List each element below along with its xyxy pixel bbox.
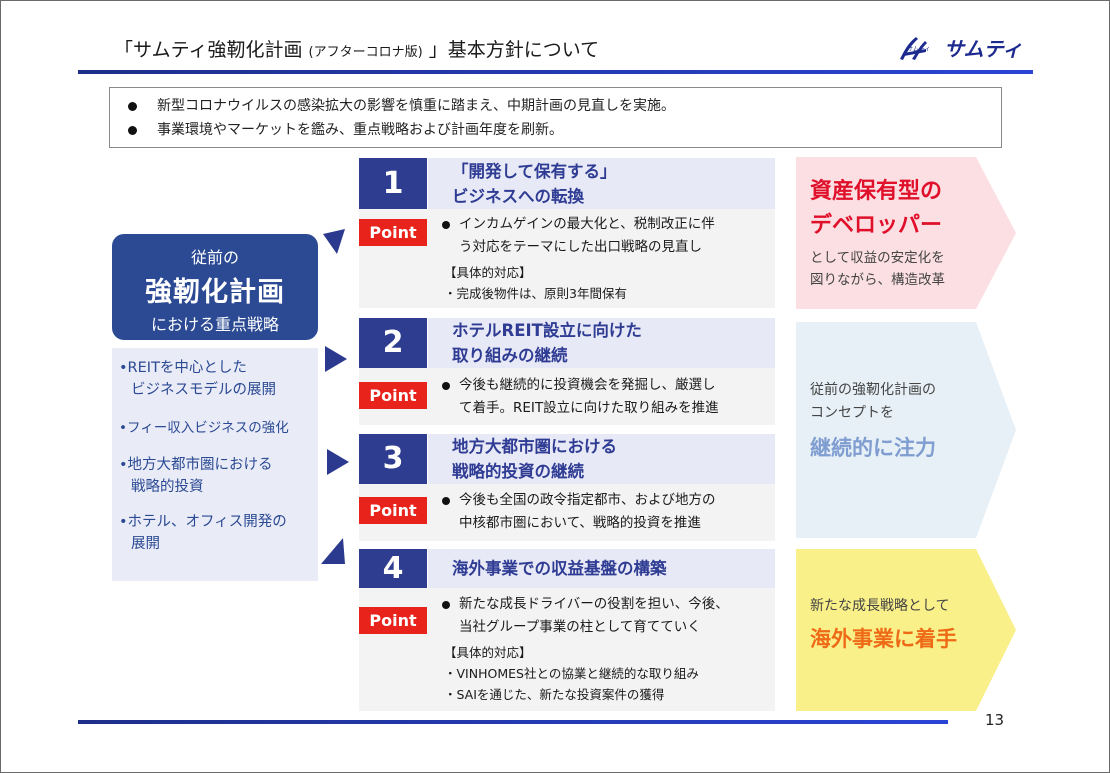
arrow-icon <box>325 346 347 372</box>
left-item-regional: •地方大都市圏における 戦略的投資 <box>119 457 273 495</box>
bottom-divider <box>78 720 948 724</box>
section-subnotes: 【具体的対応】 ・完成後物件は、原則3年間保有 <box>444 265 627 301</box>
section-subnotes: 【具体的対応】 ・VINHOMES社との協業と継続的な取り組み ・SAIを通じた… <box>444 645 699 702</box>
summary-item: 事業環境やマーケットを鑑み、重点戦略および計画年度を刷新。 <box>124 118 987 142</box>
section-bullet: インカムゲインの最大化と、税制改正に伴 う対応をテーマにした出口戦略の見直し <box>442 213 715 259</box>
left-item-fee: •フィー収入ビジネスの強化 <box>119 420 289 436</box>
left-heading: 従前の 強靭化計画 における重点戦略 <box>112 234 318 340</box>
section-heading: 地方大都市圏における 戦略的投資の継続 <box>428 434 775 484</box>
point-badge: Point <box>359 497 427 524</box>
right-callout-2: 従前の強靭化計画の コンセプトを 継続的に注力 <box>810 382 936 460</box>
arrow-icon <box>321 538 345 564</box>
page-title: 「サムティ強靭化計画 (アフターコロナ版) 」基本方針について <box>114 35 599 62</box>
page-number: 13 <box>985 711 1005 729</box>
left-item-reit: •REITを中心とした ビジネスモデルの展開 <box>119 360 276 398</box>
section-number: 4 <box>359 549 427 588</box>
right-callout-3: 新たな成長戦略として 海外事業に着手 <box>810 598 957 651</box>
svg-text:サムティ: サムティ <box>907 46 931 53</box>
section-number: 1 <box>359 158 427 209</box>
section-heading: 「開発して保有する」 ビジネスへの転換 <box>428 158 775 209</box>
top-divider <box>78 70 1033 74</box>
arrow-icon <box>323 229 345 254</box>
bullet-icon <box>128 101 137 111</box>
title-main: 「サムティ強靭化計画 <box>114 39 303 61</box>
left-item-hotel: •ホテル、オフィス開発の 展開 <box>119 514 287 552</box>
point-badge: Point <box>359 607 427 634</box>
summary-box: 新型コロナウイルスの感染拡大の影響を慎重に踏まえ、中期計画の見直しを実施。 事業… <box>109 87 1002 148</box>
title-tail: 」基本方針について <box>428 39 600 61</box>
section-number: 3 <box>359 434 427 484</box>
section-number: 2 <box>359 318 427 368</box>
slide: 「サムティ強靭化計画 (アフターコロナ版) 」基本方針について サムティ サムテ… <box>0 0 1110 773</box>
bullet-icon <box>442 382 450 390</box>
section-heading: 海外事業での収益基盤の構築 <box>428 549 775 588</box>
section-bullet: 新たな成長ドライバーの役割を担い、今後、 当社グループ事業の柱として育てていく <box>442 593 729 639</box>
logo-mark-icon: サムティ <box>900 37 931 60</box>
bullet-icon <box>442 497 450 505</box>
bullet-icon <box>442 221 450 229</box>
section-heading: ホテルREIT設立に向けた 取り組みの継続 <box>428 318 775 368</box>
bullet-icon <box>128 125 137 135</box>
arrow-icon <box>327 449 349 475</box>
point-badge: Point <box>359 382 427 409</box>
connector-arrows <box>321 229 349 564</box>
right-callout-1: 資産保有型の デベロッパー として収益の安定化を 図りながら、構造改革 <box>810 179 945 288</box>
point-badge: Point <box>359 219 427 246</box>
section-bullet: 今後も継続的に投資機会を発掘し、厳選し て着手。REIT設立に向けた取り組みを推… <box>442 374 719 420</box>
bullet-icon <box>442 601 450 609</box>
section-bullet: 今後も全国の政令指定都市、および地方の 中核都市圏において、戦略的投資を推進 <box>442 489 716 535</box>
logo-text: サムティ <box>944 37 1022 61</box>
samty-logo: サムティ サムティ <box>900 37 1022 61</box>
title-sub: (アフターコロナ版) <box>308 45 423 60</box>
summary-item: 新型コロナウイルスの感染拡大の影響を慎重に踏まえ、中期計画の見直しを実施。 <box>124 94 987 118</box>
